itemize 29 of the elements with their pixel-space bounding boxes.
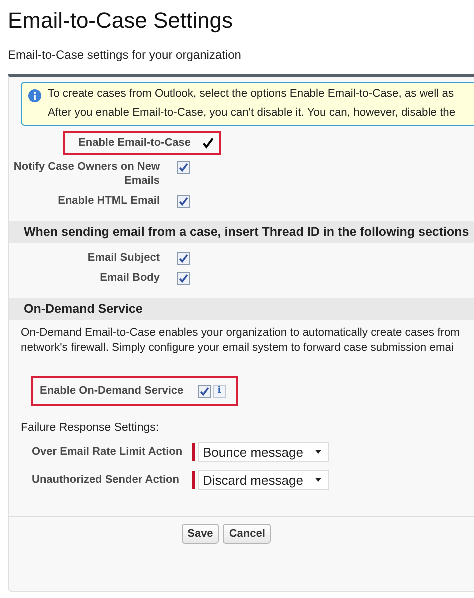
checkbox[interactable] — [177, 195, 190, 208]
setting-label: Enable Email-to-Case — [78, 136, 191, 150]
checkbox[interactable] — [177, 252, 190, 265]
dropdown[interactable]: Discard message — [198, 470, 330, 490]
dropdown[interactable]: Bounce message — [198, 442, 330, 462]
page-subtitle: Email-to-Case settings for your organization — [8, 48, 242, 62]
save-button[interactable]: Save — [182, 524, 220, 544]
select-label: Over Email Rate Limit Action — [32, 446, 184, 458]
setting-label: Email Subject — [86, 251, 161, 265]
info-text: To create cases from Outlook, select the options Enable Email-to-Case, as well as — [48, 88, 456, 100]
caret-icon — [315, 478, 322, 482]
description-text: On-Demand Email-to-Case enables your organization to automatically create cases from network's firewall. Simply configure your email system to forward case submission emai — [20, 326, 462, 356]
cancel-button[interactable]: Cancel — [223, 524, 272, 544]
setting-label: Email Body — [99, 271, 161, 285]
section-heading: When sending email from a case, insert Thread ID in the following sections — [9, 221, 474, 243]
checkbox[interactable] — [177, 272, 190, 285]
checkbox[interactable] — [198, 385, 211, 398]
help-button[interactable]: i — [213, 384, 226, 398]
failure-heading: Failure Response Settings: — [20, 421, 160, 434]
setting-label: Enable On-Demand Service — [40, 385, 185, 397]
setting-label: Enable HTML Email — [57, 194, 161, 208]
caret-icon — [315, 450, 322, 454]
section-heading: On-Demand Service — [9, 298, 474, 320]
select-label: Unauthorized Sender Action — [32, 474, 180, 486]
checkbox[interactable] — [177, 161, 190, 174]
page-title: Email-to-Case Settings — [8, 7, 233, 34]
setting-label: Notify Case Owners on New Emails — [12, 160, 161, 188]
info-text: After you enable Email-to-Case, you can't disable it. You can, however, disable the — [48, 107, 456, 119]
info-icon — [28, 89, 42, 103]
